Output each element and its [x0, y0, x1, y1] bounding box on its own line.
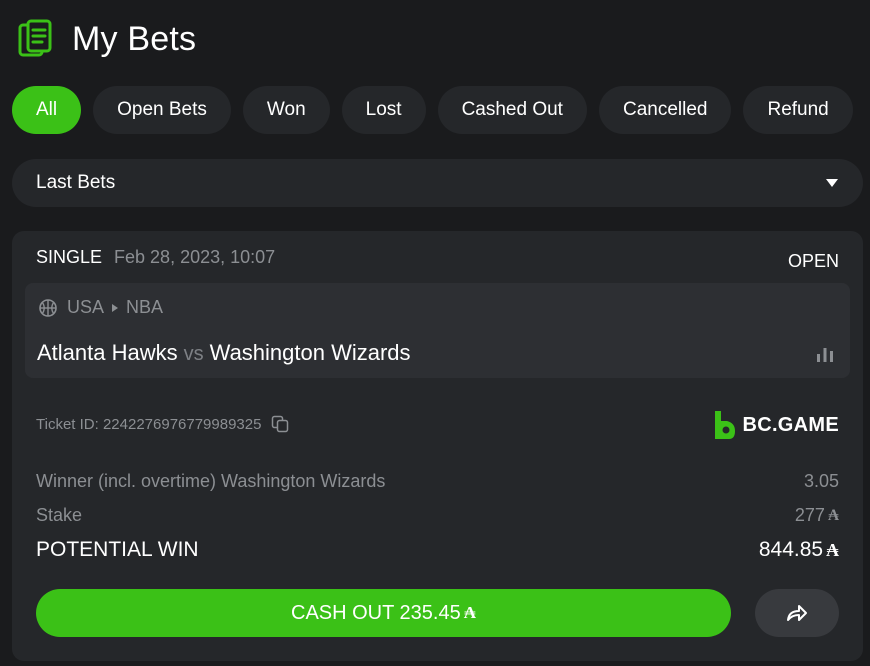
currency-icon: ₳ — [463, 603, 476, 623]
stats-icon[interactable] — [816, 345, 834, 363]
potential-win-row: POTENTIAL WIN 844.85 ₳ — [36, 538, 839, 562]
chevron-right-icon — [112, 303, 119, 312]
match-info[interactable]: USA NBA Atlanta Hawks vs Washington Wiza… — [25, 283, 850, 378]
cash-out-button[interactable]: CASH OUT 235.45 ₳ — [36, 589, 731, 637]
stake-label: Stake — [36, 505, 83, 525]
selection-odds: 3.05 — [803, 471, 839, 491]
filter-cancelled[interactable]: Cancelled — [598, 86, 732, 134]
selection-row: Winner (incl. overtime) Washington Wizar… — [36, 471, 839, 492]
versus-label: vs — [183, 343, 204, 365]
stake-value: 277 — [794, 505, 825, 525]
stake-amount: 277 ₳ — [795, 505, 839, 526]
filter-lost[interactable]: Lost — [341, 86, 426, 134]
breadcrumb: USA NBA — [39, 297, 163, 318]
page-title: My Bets — [72, 19, 197, 58]
country-label: USA — [67, 297, 105, 317]
ticket-id: Ticket ID: 2242276976779989325 — [36, 415, 262, 433]
caret-down-icon — [826, 179, 838, 187]
bet-status-badge: OPEN — [787, 250, 839, 271]
bet-card: SINGLE Feb 28, 2023, 10:07 OPEN USA NBA — [12, 231, 863, 661]
page-header: My Bets — [18, 16, 196, 62]
filter-cashed-out[interactable]: Cashed Out — [437, 86, 587, 134]
share-arrow-icon — [787, 605, 807, 621]
bet-slip-icon — [18, 19, 52, 57]
basketball-icon — [39, 298, 57, 317]
bc-game-logo-icon — [715, 411, 736, 439]
ticket-id-row: Ticket ID: 2242276976779989325 — [36, 415, 289, 433]
cash-out-label: CASH OUT 235.45 — [291, 601, 461, 624]
copy-icon[interactable] — [271, 415, 289, 433]
bet-type: SINGLE — [36, 246, 103, 267]
currency-icon: ₳ — [827, 506, 839, 524]
brand-logo: BC.GAME — [712, 409, 839, 441]
filter-chips: All Open Bets Won Lost Cashed Out Cancel… — [12, 86, 870, 134]
away-team: Washington Wizards — [209, 340, 411, 365]
filter-won[interactable]: Won — [242, 86, 330, 134]
bet-card-header: SINGLE Feb 28, 2023, 10:07 OPEN — [36, 245, 839, 271]
my-bets-page: My Bets All Open Bets Won Lost Cashed Ou… — [0, 0, 870, 666]
selection-label: Winner (incl. overtime) Washington Wizar… — [36, 471, 386, 491]
bet-date: Feb 28, 2023, 10:07 — [114, 246, 276, 267]
filter-all[interactable]: All — [12, 86, 82, 134]
share-button[interactable] — [755, 589, 839, 637]
stake-row: Stake 277 ₳ — [36, 505, 839, 526]
currency-icon: ₳ — [826, 539, 839, 561]
potential-win-amount: 844.85 ₳ — [759, 538, 839, 562]
home-team: Atlanta Hawks — [37, 340, 178, 365]
league-label: NBA — [126, 297, 164, 317]
brand-name: BC.GAME — [742, 413, 839, 436]
filter-refund[interactable]: Refund — [743, 86, 853, 134]
filter-open-bets[interactable]: Open Bets — [93, 86, 231, 134]
dropdown-selected-value: Last Bets — [36, 172, 116, 193]
bets-period-dropdown[interactable]: Last Bets — [12, 159, 863, 207]
potential-win-label: POTENTIAL WIN — [36, 538, 199, 561]
match-teams: Atlanta Hawks vs Washington Wizards — [37, 340, 411, 366]
potential-win-value: 844.85 — [758, 538, 824, 561]
